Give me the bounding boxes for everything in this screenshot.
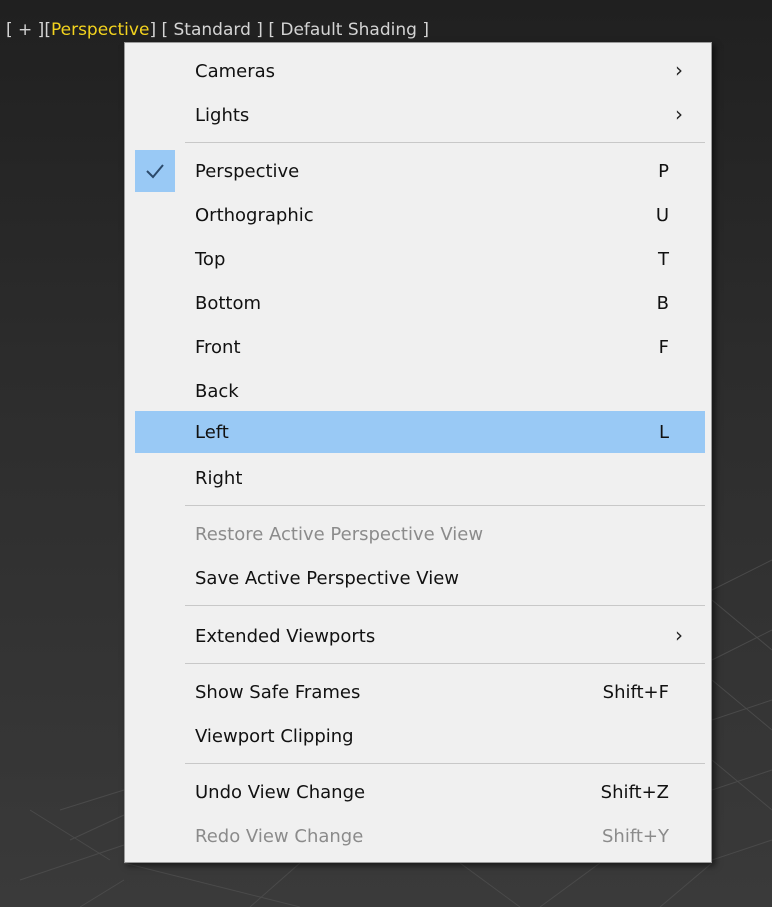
viewport-label-bar: [ + ][Perspective] [ Standard ] [ Defaul… bbox=[6, 20, 429, 40]
menu-item-bottom[interactable]: Bottom B bbox=[135, 282, 705, 324]
menu-item-shortcut: P bbox=[658, 161, 669, 182]
menu-item-shortcut: F bbox=[658, 337, 669, 358]
menu-item-label: Front bbox=[195, 337, 241, 358]
submenu-arrow-icon: › bbox=[675, 623, 683, 647]
menu-item-redo-view-change: Redo View Change Shift+Y bbox=[135, 815, 705, 857]
view-context-menu: Cameras › Lights › Perspective P Orthogr… bbox=[124, 42, 712, 863]
menu-item-label: Restore Active Perspective View bbox=[195, 524, 484, 545]
shading-label[interactable]: [ Default Shading ] bbox=[268, 20, 429, 40]
menu-item-label: Left bbox=[195, 422, 229, 443]
viewport-plus-menu[interactable]: [ + ] bbox=[6, 20, 44, 40]
menu-item-shortcut: T bbox=[658, 249, 669, 270]
view-label-close-bracket: ] bbox=[149, 20, 157, 40]
shading-mode-label[interactable]: [ Standard ] bbox=[161, 20, 262, 40]
menu-separator bbox=[185, 763, 705, 764]
menu-item-shortcut: Shift+Z bbox=[600, 782, 669, 803]
menu-item-shortcut: Shift+Y bbox=[602, 826, 669, 847]
menu-separator bbox=[185, 663, 705, 664]
menu-item-perspective[interactable]: Perspective P bbox=[135, 150, 705, 192]
menu-separator bbox=[185, 505, 705, 506]
menu-item-right[interactable]: Right bbox=[135, 457, 705, 499]
menu-separator bbox=[185, 142, 705, 143]
menu-item-shortcut: Shift+F bbox=[602, 682, 669, 703]
submenu-arrow-icon: › bbox=[675, 58, 683, 82]
view-label-open-bracket: [ bbox=[44, 20, 51, 40]
menu-separator bbox=[185, 605, 705, 606]
menu-item-shortcut: B bbox=[656, 293, 669, 314]
menu-item-label: Top bbox=[195, 249, 226, 270]
menu-item-label: Extended Viewports bbox=[195, 626, 376, 647]
menu-item-cameras[interactable]: Cameras › bbox=[135, 50, 705, 92]
menu-item-viewport-clipping[interactable]: Viewport Clipping bbox=[135, 715, 705, 757]
view-label[interactable]: Perspective bbox=[51, 20, 149, 40]
menu-item-label: Show Safe Frames bbox=[195, 682, 361, 703]
submenu-arrow-icon: › bbox=[675, 102, 683, 126]
menu-item-extended-viewports[interactable]: Extended Viewports › bbox=[135, 615, 705, 657]
menu-item-shortcut: U bbox=[655, 205, 669, 226]
menu-item-label: Bottom bbox=[195, 293, 262, 314]
menu-item-label: Cameras bbox=[195, 61, 276, 82]
menu-item-lights[interactable]: Lights › bbox=[135, 94, 705, 136]
menu-item-undo-view-change[interactable]: Undo View Change Shift+Z bbox=[135, 771, 705, 813]
menu-item-label: Undo View Change bbox=[195, 782, 366, 803]
menu-item-label: Redo View Change bbox=[195, 826, 364, 847]
menu-item-label: Perspective bbox=[195, 161, 300, 182]
menu-item-label: Save Active Perspective View bbox=[195, 568, 459, 589]
menu-item-label: Right bbox=[195, 468, 243, 489]
menu-item-show-safe-frames[interactable]: Show Safe Frames Shift+F bbox=[135, 671, 705, 713]
menu-item-top[interactable]: Top T bbox=[135, 238, 705, 280]
menu-item-back[interactable]: Back bbox=[135, 370, 705, 412]
menu-item-label: Back bbox=[195, 381, 239, 402]
menu-item-restore-view: Restore Active Perspective View bbox=[135, 513, 705, 555]
menu-item-label: Viewport Clipping bbox=[195, 726, 354, 747]
menu-item-left[interactable]: Left L bbox=[135, 411, 705, 453]
menu-item-front[interactable]: Front F bbox=[135, 326, 705, 368]
menu-item-shortcut: L bbox=[658, 422, 669, 443]
menu-item-save-view[interactable]: Save Active Perspective View bbox=[135, 557, 705, 599]
menu-item-label: Lights bbox=[195, 105, 250, 126]
menu-item-label: Orthographic bbox=[195, 205, 314, 226]
menu-item-orthographic[interactable]: Orthographic U bbox=[135, 194, 705, 236]
